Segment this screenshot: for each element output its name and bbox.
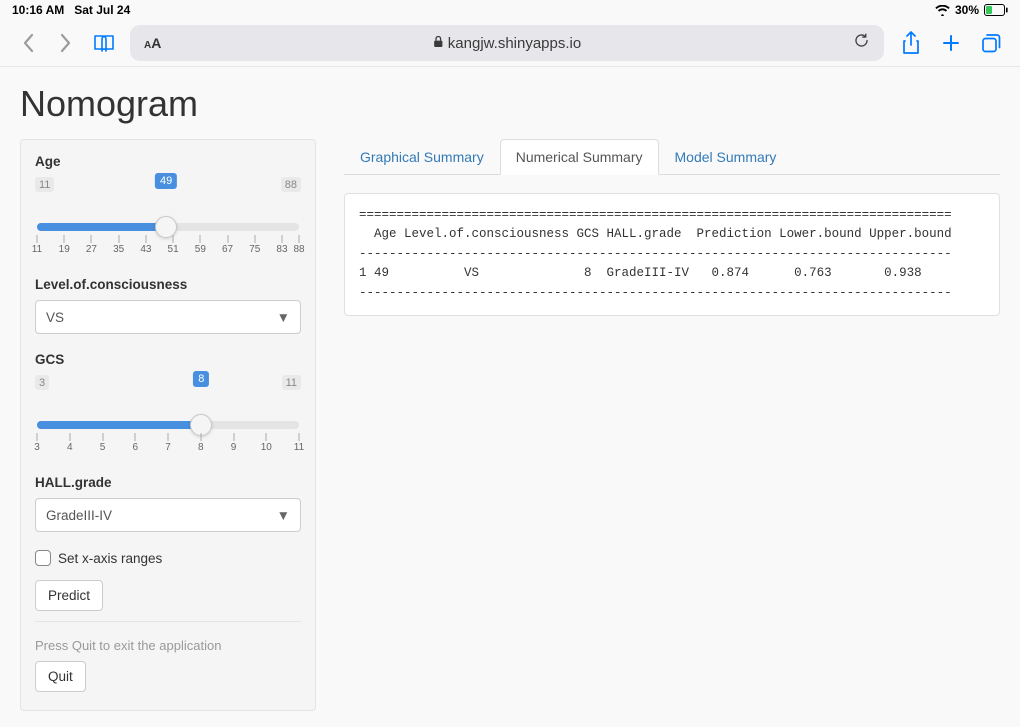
- status-date: Sat Jul 24: [74, 3, 130, 17]
- age-ticks: 11 19 27 35 43 51 59 67 75 83 88: [37, 235, 299, 259]
- wifi-icon: [935, 5, 950, 16]
- age-max: 88: [281, 177, 301, 192]
- xaxis-checkbox-row[interactable]: Set x-axis ranges: [35, 550, 301, 566]
- back-button[interactable]: [16, 31, 40, 55]
- xaxis-label: Set x-axis ranges: [58, 551, 162, 566]
- bookmarks-button[interactable]: [92, 31, 116, 55]
- status-time: 10:16 AM: [12, 3, 64, 17]
- gcs-ticks: 3 4 5 6 7 8 9 10 11: [37, 433, 299, 457]
- lock-icon: [433, 35, 444, 52]
- sidebar-panel: Age 11 49 88 11 19 27 35 43 51 59: [20, 139, 316, 711]
- loc-control: Level.of.consciousness VS ▼: [35, 277, 301, 334]
- ios-status-bar: 10:16 AM Sat Jul 24 30%: [0, 0, 1020, 20]
- forward-button[interactable]: [54, 31, 78, 55]
- tab-model-summary[interactable]: Model Summary: [659, 139, 793, 175]
- tab-bar: Graphical Summary Numerical Summary Mode…: [344, 139, 1000, 175]
- address-bar[interactable]: AA kangjw.shinyapps.io: [130, 25, 884, 61]
- loc-label: Level.of.consciousness: [35, 277, 301, 292]
- separator: [35, 621, 301, 622]
- quit-button[interactable]: Quit: [35, 661, 86, 692]
- gcs-max: 11: [282, 375, 301, 390]
- gcs-control: GCS 3 8 11 3 4 5 6 7 8 9: [35, 352, 301, 457]
- age-min: 11: [35, 177, 54, 192]
- age-value-bubble: 49: [155, 173, 177, 189]
- age-slider[interactable]: [37, 223, 299, 231]
- tab-graphical-summary[interactable]: Graphical Summary: [344, 139, 500, 175]
- age-label: Age: [35, 154, 301, 169]
- numerical-output: ========================================…: [344, 193, 1000, 316]
- share-button[interactable]: [898, 30, 924, 56]
- output-pre: ========================================…: [359, 206, 985, 303]
- hall-control: HALL.grade GradeIII-IV ▼: [35, 475, 301, 532]
- gcs-slider-fill: [37, 421, 201, 429]
- new-tab-button[interactable]: [938, 30, 964, 56]
- reload-button[interactable]: [853, 32, 870, 54]
- gcs-value-bubble: 8: [193, 371, 209, 387]
- hall-label: HALL.grade: [35, 475, 301, 490]
- tab-numerical-summary[interactable]: Numerical Summary: [500, 139, 659, 175]
- hall-value: GradeIII-IV: [46, 508, 112, 523]
- chevron-down-icon: ▼: [277, 310, 290, 325]
- battery-icon: [984, 4, 1008, 16]
- gcs-slider[interactable]: [37, 421, 299, 429]
- hall-select[interactable]: GradeIII-IV ▼: [35, 498, 301, 532]
- page-title: Nomogram: [20, 83, 1000, 125]
- url-display: kangjw.shinyapps.io: [433, 35, 581, 52]
- url-host: kangjw.shinyapps.io: [448, 35, 581, 52]
- chevron-down-icon: ▼: [277, 508, 290, 523]
- browser-toolbar: AA kangjw.shinyapps.io: [0, 20, 1020, 67]
- quit-help-text: Press Quit to exit the application: [35, 638, 301, 653]
- predict-button[interactable]: Predict: [35, 580, 103, 611]
- main-content: Graphical Summary Numerical Summary Mode…: [344, 139, 1000, 316]
- age-slider-fill: [37, 223, 166, 231]
- xaxis-checkbox[interactable]: [35, 550, 51, 566]
- gcs-label: GCS: [35, 352, 301, 367]
- gcs-min: 3: [35, 375, 49, 390]
- loc-value: VS: [46, 310, 64, 325]
- loc-select[interactable]: VS ▼: [35, 300, 301, 334]
- tabs-button[interactable]: [978, 30, 1004, 56]
- battery-percent: 30%: [955, 3, 979, 17]
- reader-aa-button[interactable]: AA: [144, 35, 161, 51]
- age-control: Age 11 49 88 11 19 27 35 43 51 59: [35, 154, 301, 259]
